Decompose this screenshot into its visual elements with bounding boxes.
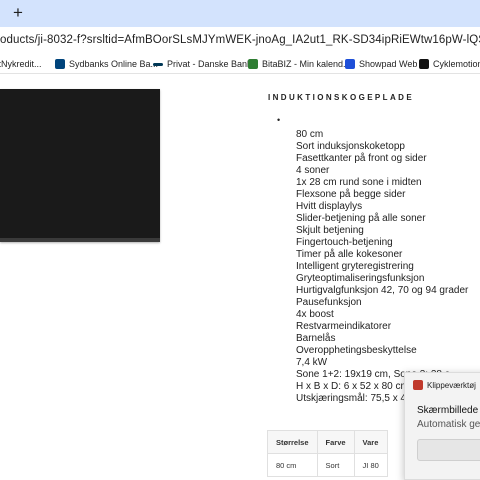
spec-table: Størrelse Farve Vare 80 cm Sort JI 80 (267, 430, 388, 477)
bookmark-label: ftNykredit... (0, 59, 42, 69)
feature-list: 80 cm Sort induksjonskoketopp Fasettkant… (296, 129, 468, 405)
table-cell: Sort (316, 453, 355, 477)
list-item: Hurtigvalgfunksjon 42, 70 og 94 grader (296, 285, 469, 296)
bookmarks-bar: ftNykredit... Sydbanks Online Ba... Priv… (0, 54, 480, 74)
list-item: Hvitt displaylys (296, 201, 363, 212)
url-text[interactable]: oducts/ji-8032-f?srsltid=AfmBOorSLsMJYmW… (0, 34, 480, 46)
table-header-cell: Farve (316, 430, 355, 454)
product-heading: INDUKTIONSKOGEPLADE (268, 93, 415, 102)
list-item: 4x boost (296, 309, 334, 320)
list-item: 80 cm (296, 129, 324, 140)
bookmark-danske-bank[interactable]: Privat - Danske Bank (153, 56, 252, 72)
table-header-row: Størrelse Farve Vare (267, 430, 388, 454)
list-item: Skjult betjening (296, 225, 364, 236)
induction-hob-image[interactable] (0, 89, 160, 242)
list-item: Slider-betjening på alle soner (296, 213, 426, 224)
danske-bank-icon (153, 62, 163, 66)
table-row: 80 cm Sort JI 80 (267, 453, 388, 477)
notification-app-name: Klippeværktøj (427, 380, 476, 390)
table-cell: 80 cm (267, 453, 318, 477)
list-item: Barnelås (296, 333, 336, 344)
snipping-tool-notification[interactable]: Klippeværktøj Skærmbillede ko Automatisk… (404, 372, 480, 480)
empty-bullet: • (277, 115, 281, 125)
list-item: Fasettkanter på front og sider (296, 153, 427, 164)
bookmark-label: Sydbanks Online Ba... (69, 59, 159, 69)
list-item: Restvarmeindikatorer (296, 321, 392, 332)
list-item: 7,4 kW (296, 357, 328, 368)
bookmark-label: BitaBIZ - Min kalend... (262, 59, 351, 69)
list-item: Timer på alle kokesoner (296, 249, 403, 260)
list-item: Sort induksjonskoketopp (296, 141, 405, 152)
showpad-icon (345, 59, 355, 69)
list-item: Pausefunksjon (296, 297, 362, 308)
bookmark-label: Showpad Web (359, 59, 418, 69)
new-tab-button[interactable]: + (8, 3, 28, 23)
table-header-cell: Størrelse (267, 430, 318, 454)
cyklemotion-icon (419, 59, 429, 69)
list-item: Gryteoptimaliseringsfunksjon (296, 273, 425, 284)
bitabiz-icon (248, 59, 258, 69)
notification-header: Klippeværktøj (405, 373, 480, 397)
bookmark-sydbank[interactable]: Sydbanks Online Ba... (55, 56, 158, 72)
notification-title: Skærmbillede ko (417, 405, 480, 416)
tab-strip: + (0, 0, 480, 27)
notification-action-button[interactable] (417, 439, 480, 461)
notification-subtitle: Automatisk gem (417, 419, 480, 430)
sydbank-icon (55, 59, 65, 69)
list-item: Flexsone på begge sider (296, 189, 406, 200)
list-item: Fingertouch-betjening (296, 237, 393, 248)
bookmark-cyklemotion[interactable]: Cyklemotion C (419, 56, 480, 72)
list-item: Overopphetingsbeskyttelse (296, 345, 417, 356)
address-bar[interactable]: oducts/ji-8032-f?srsltid=AfmBOorSLsMJYmW… (0, 27, 480, 54)
list-item: Intelligent gryteregistrering (296, 261, 414, 272)
list-item: 4 soner (296, 165, 330, 176)
bookmark-label: Cyklemotion C (433, 59, 480, 69)
table-header-cell: Vare (353, 430, 388, 454)
bookmark-nykredit[interactable]: ftNykredit... (0, 56, 42, 72)
bookmark-bitabiz[interactable]: BitaBIZ - Min kalend... (248, 56, 351, 72)
bookmark-showpad[interactable]: Showpad Web (345, 56, 417, 72)
list-item: 1x 28 cm rund sone i midten (296, 177, 422, 188)
table-cell: JI 80 (353, 453, 388, 477)
bookmark-label: Privat - Danske Bank (167, 59, 252, 69)
snipping-tool-icon (413, 380, 423, 390)
